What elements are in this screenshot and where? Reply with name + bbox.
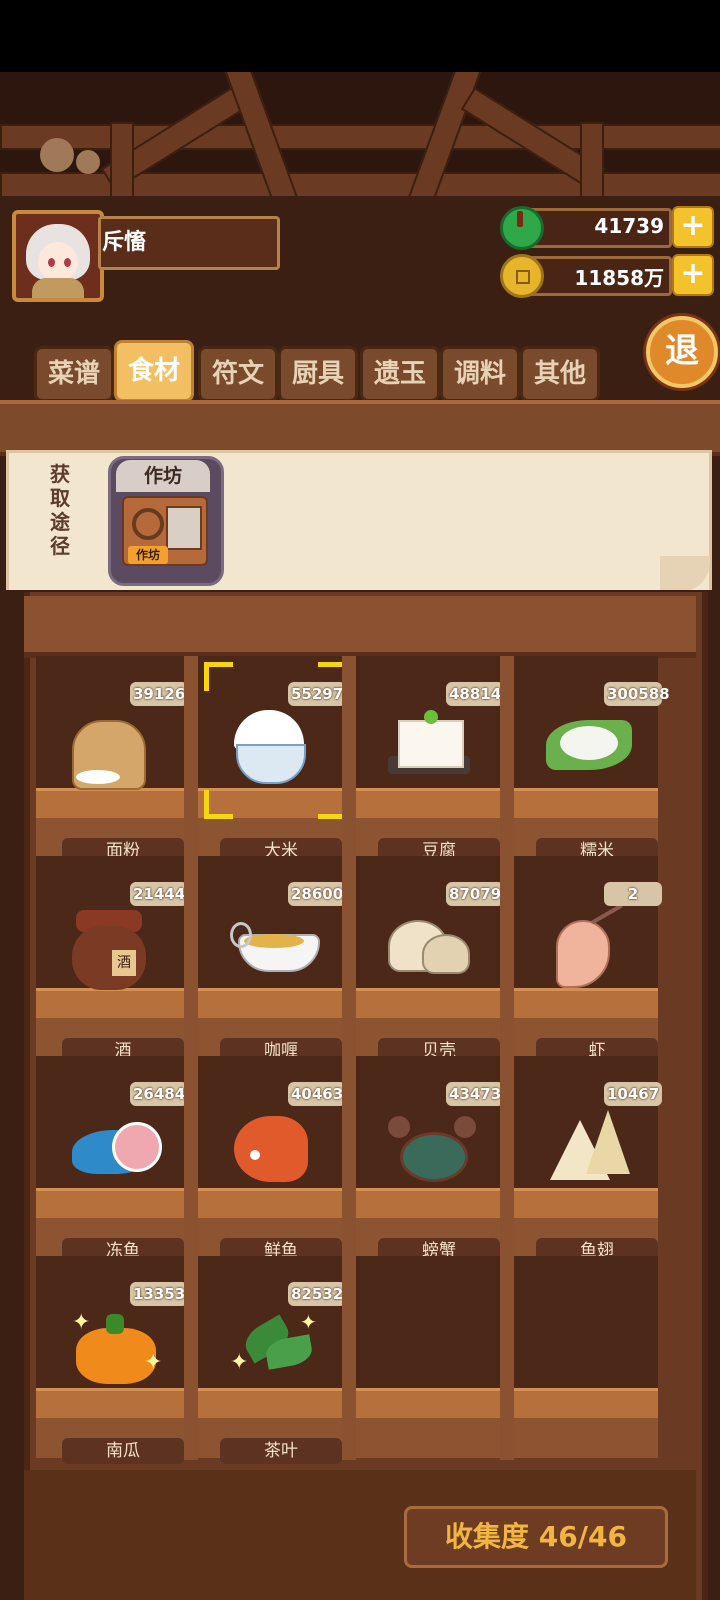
ingredient-count: 2 [604, 882, 662, 906]
jade-amount: 41739 [594, 214, 664, 238]
ingredient-name: 南瓜 [62, 1438, 184, 1464]
flour-sack-icon [72, 710, 158, 790]
gold-amount: 11858万 [574, 266, 664, 290]
ingredient-count: 488149 [446, 682, 512, 706]
tab-runes[interactable]: 符文 [198, 346, 278, 402]
divider-plank [0, 400, 720, 456]
selection-corner [204, 662, 233, 691]
source-label: 获取途径 [50, 462, 70, 558]
source-card-title: 作坊 [116, 460, 210, 492]
ingredient-name: 茶叶 [220, 1438, 342, 1464]
ingredient-count: 300588 [604, 682, 670, 706]
chick-icon [40, 138, 74, 172]
ingredient-count: 391261 [130, 682, 196, 706]
shell-icon [388, 910, 474, 990]
status-bar [0, 0, 720, 72]
gold-coin-icon [500, 254, 544, 298]
roof-beams [0, 72, 720, 200]
jade-coin-icon [500, 206, 544, 250]
ingredient-count: 40463 [288, 1082, 346, 1106]
tab-relic-jade[interactable]: 遗玉 [360, 346, 440, 402]
pumpkin-icon: ✦ ✦ [72, 1310, 162, 1390]
curry-boat-icon [230, 910, 320, 990]
player-name: 斥慉 [102, 230, 147, 255]
add-jade-button[interactable]: + [672, 206, 714, 248]
rice-bowl-icon [230, 710, 316, 790]
ingredient-count: 82532 [288, 1282, 346, 1306]
ingredient-count: 26484 [130, 1082, 188, 1106]
collection-progress: 收集度 46/46 [404, 1506, 668, 1568]
tab-utensils[interactable]: 厨具 [278, 346, 358, 402]
ingredient-count: 133536 [130, 1282, 196, 1306]
selection-corner [204, 790, 233, 819]
empty-slot [510, 1256, 658, 1458]
ingredient-count: 214445 [130, 882, 196, 906]
chick-icon [76, 150, 100, 174]
tab-recipes[interactable]: 菜谱 [34, 346, 114, 402]
tea-leaves-icon: ✦ ✦ [230, 1310, 317, 1375]
exit-button[interactable]: 退 [646, 316, 718, 388]
wine-jar-icon: 酒 [72, 910, 158, 990]
empty-slot [352, 1256, 500, 1458]
shelf-post [184, 656, 198, 1460]
workshop-tag: 作坊 [128, 546, 168, 564]
tab-seasonings[interactable]: 调料 [440, 346, 520, 402]
sticky-rice-icon [546, 710, 632, 790]
player-avatar[interactable] [12, 210, 104, 302]
shrimp-icon [546, 903, 632, 990]
ingredient-count: 10467 [604, 1082, 662, 1106]
tofu-icon [388, 710, 474, 790]
shelf-top-board [24, 596, 696, 658]
tab-other[interactable]: 其他 [520, 346, 600, 402]
frozen-fish-icon [72, 1110, 162, 1190]
ingredient-count: 43473 [446, 1082, 504, 1106]
shark-fin-icon [546, 1110, 632, 1190]
ingredient-count: 87079 [446, 882, 504, 906]
fresh-fish-icon [230, 1110, 316, 1190]
crab-icon [388, 1110, 476, 1190]
shelf-post [342, 656, 356, 1460]
add-gold-button[interactable]: + [672, 254, 714, 296]
ingredient-count: 28600 [288, 882, 346, 906]
tab-ingredients[interactable]: 食材 [114, 340, 194, 402]
shelf-post [500, 656, 514, 1460]
